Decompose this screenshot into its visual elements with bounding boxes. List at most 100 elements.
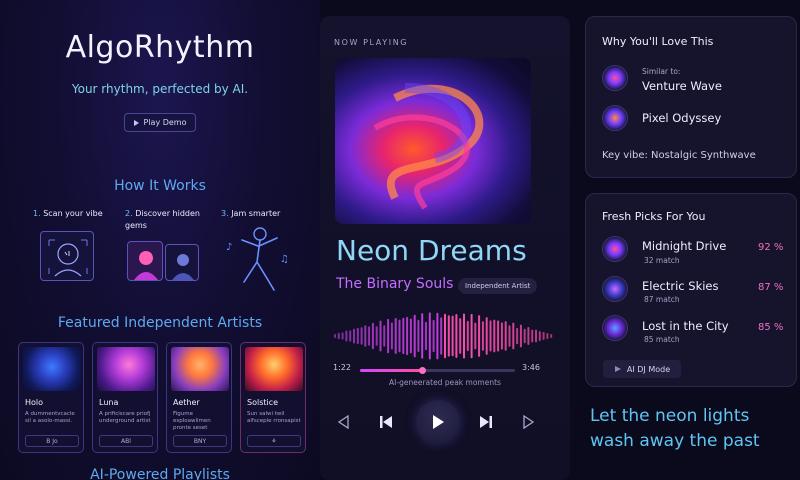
rewind-icon[interactable] [336,414,350,430]
waveform-bar [466,320,469,352]
artist-cards: Holo A dummentvcacle sil a asolo-massi. … [18,342,308,453]
waveform-bar [436,312,439,360]
waveform-bar [390,322,393,350]
waveform-bar [425,321,427,351]
waveform-bar [459,318,462,354]
pick-percent: 87 % [758,282,784,293]
play-demo-button[interactable]: Play Demo [124,113,196,132]
waveform-bar [504,321,507,351]
waveform-bar [413,314,416,358]
artist-silhouette-icon [134,251,158,280]
svg-text:♫: ♫ [280,254,289,265]
artist-card-aether[interactable]: Aether Figume esploawlimen pronte seset … [166,342,232,453]
similar-track[interactable]: Pixel Odyssey [642,111,721,125]
landing-panel: AlgoRhythm Your rhythm, perfected by AI.… [0,0,320,480]
waveform-bar [489,320,492,352]
waveform-bar [463,313,465,359]
artist-tag[interactable]: ⚘ [247,435,301,447]
track-avatar [602,105,628,131]
pick-name[interactable]: Electric Skies [642,279,719,293]
waveform-bar [375,326,378,346]
waveform-bar [470,313,473,359]
play-button[interactable] [416,400,460,444]
pick-match: 32 match [644,256,680,265]
artist-link[interactable]: The Binary Souls [336,276,453,292]
pick-match: 85 match [644,335,680,344]
featured-title: Featured Independent Artists [57,315,263,331]
dancer-icon: ♪ ♫ [226,227,289,291]
artist-card-solstice[interactable]: Solstice Sun salwi twil alfsceple rronsa… [240,342,306,453]
artist-tag[interactable]: BNY [173,435,227,447]
step-1-label: 1. Scan your vibe [33,209,103,218]
waveform-bar [360,327,363,345]
waveform-bar [356,327,359,345]
artist-card-holo[interactable]: Holo A dummentvcacle sil a asolo-massi. … [18,342,84,453]
app-logo: AlgoRhythm [65,30,255,65]
artist-silhouette-icon [172,254,194,280]
waveform-bar [337,332,340,340]
artist-card-luna[interactable]: Luna A prificiscare priofj underground a… [92,342,158,453]
waveform-bar [371,322,374,350]
face-scan-icon [48,239,88,277]
now-playing-label: NOW PLAYING [334,38,409,47]
pick-percent: 85 % [758,322,784,333]
track-avatar [602,276,628,302]
waveform-bar [444,313,446,359]
waveform-bar [409,318,412,354]
artist-name: Solstice [247,398,279,407]
play-demo-label: Play Demo [143,118,187,127]
waveform-bar [432,319,435,353]
pick-match: 87 match [644,295,680,304]
waveform-bar [535,329,537,343]
pick-name[interactable]: Midnight Drive [642,239,726,253]
waveform-bar [451,315,454,357]
waveform [334,312,553,360]
similar-track[interactable]: Venture Wave [642,79,722,93]
waveform-bar [421,313,424,359]
artist-photo [171,347,229,391]
previous-icon[interactable] [378,414,394,430]
artist-name: Holo [25,398,44,407]
ai-dj-mode-button[interactable]: AI DJ Mode [603,360,681,378]
play-icon [133,119,139,126]
gem-card-2 [165,244,199,281]
fast-forward-icon[interactable] [522,414,536,430]
waveform-bar [417,319,420,352]
svg-text:♪: ♪ [226,242,232,253]
waveform-bar [387,318,390,354]
waveform-bar [481,321,484,351]
artist-tag[interactable]: ABl [99,435,153,447]
tagline-quote: Let the neon lights wash away the past [590,406,760,451]
waveform-bar [516,327,519,345]
song-title: Neon Dreams [336,234,527,267]
progress-fill [360,369,422,372]
waveform-bar [493,319,496,353]
step-3-label: 3. Jam smarter [221,209,281,218]
artist-desc: A prificiscare priofj underground artist [99,411,151,424]
waveform-bar [478,315,481,357]
artist-tag[interactable]: B Jo [25,435,79,447]
artist-name: Aether [173,398,200,407]
waveform-bar [394,317,397,354]
why-love-card: Why You'll Love This Similar to: Venture… [585,16,797,178]
waveform-bar [519,324,522,348]
waveform-bar [500,322,503,350]
peak-caption: AI-geneerated peak moments [389,378,501,387]
waveform-bar [531,329,534,343]
progress-knob[interactable] [419,367,426,374]
pick-name[interactable]: Lost in the City [642,319,729,333]
waveform-bar [527,327,530,345]
waveform-bar [455,314,458,358]
key-vibe: Key vibe: Nostalgic Synthwave [602,150,756,161]
next-icon[interactable] [478,414,494,430]
progress-slider[interactable] [360,367,515,374]
waveform-bar [398,319,401,353]
waveform-bar [345,330,348,342]
waveform-bar [550,334,553,338]
ai-dj-label: AI DJ Mode [626,364,671,374]
waveform-bar [542,331,545,340]
waveform-bar [538,331,541,342]
scan-vibe-card [40,231,94,281]
waveform-bar [474,322,477,350]
artist-photo [245,347,303,391]
